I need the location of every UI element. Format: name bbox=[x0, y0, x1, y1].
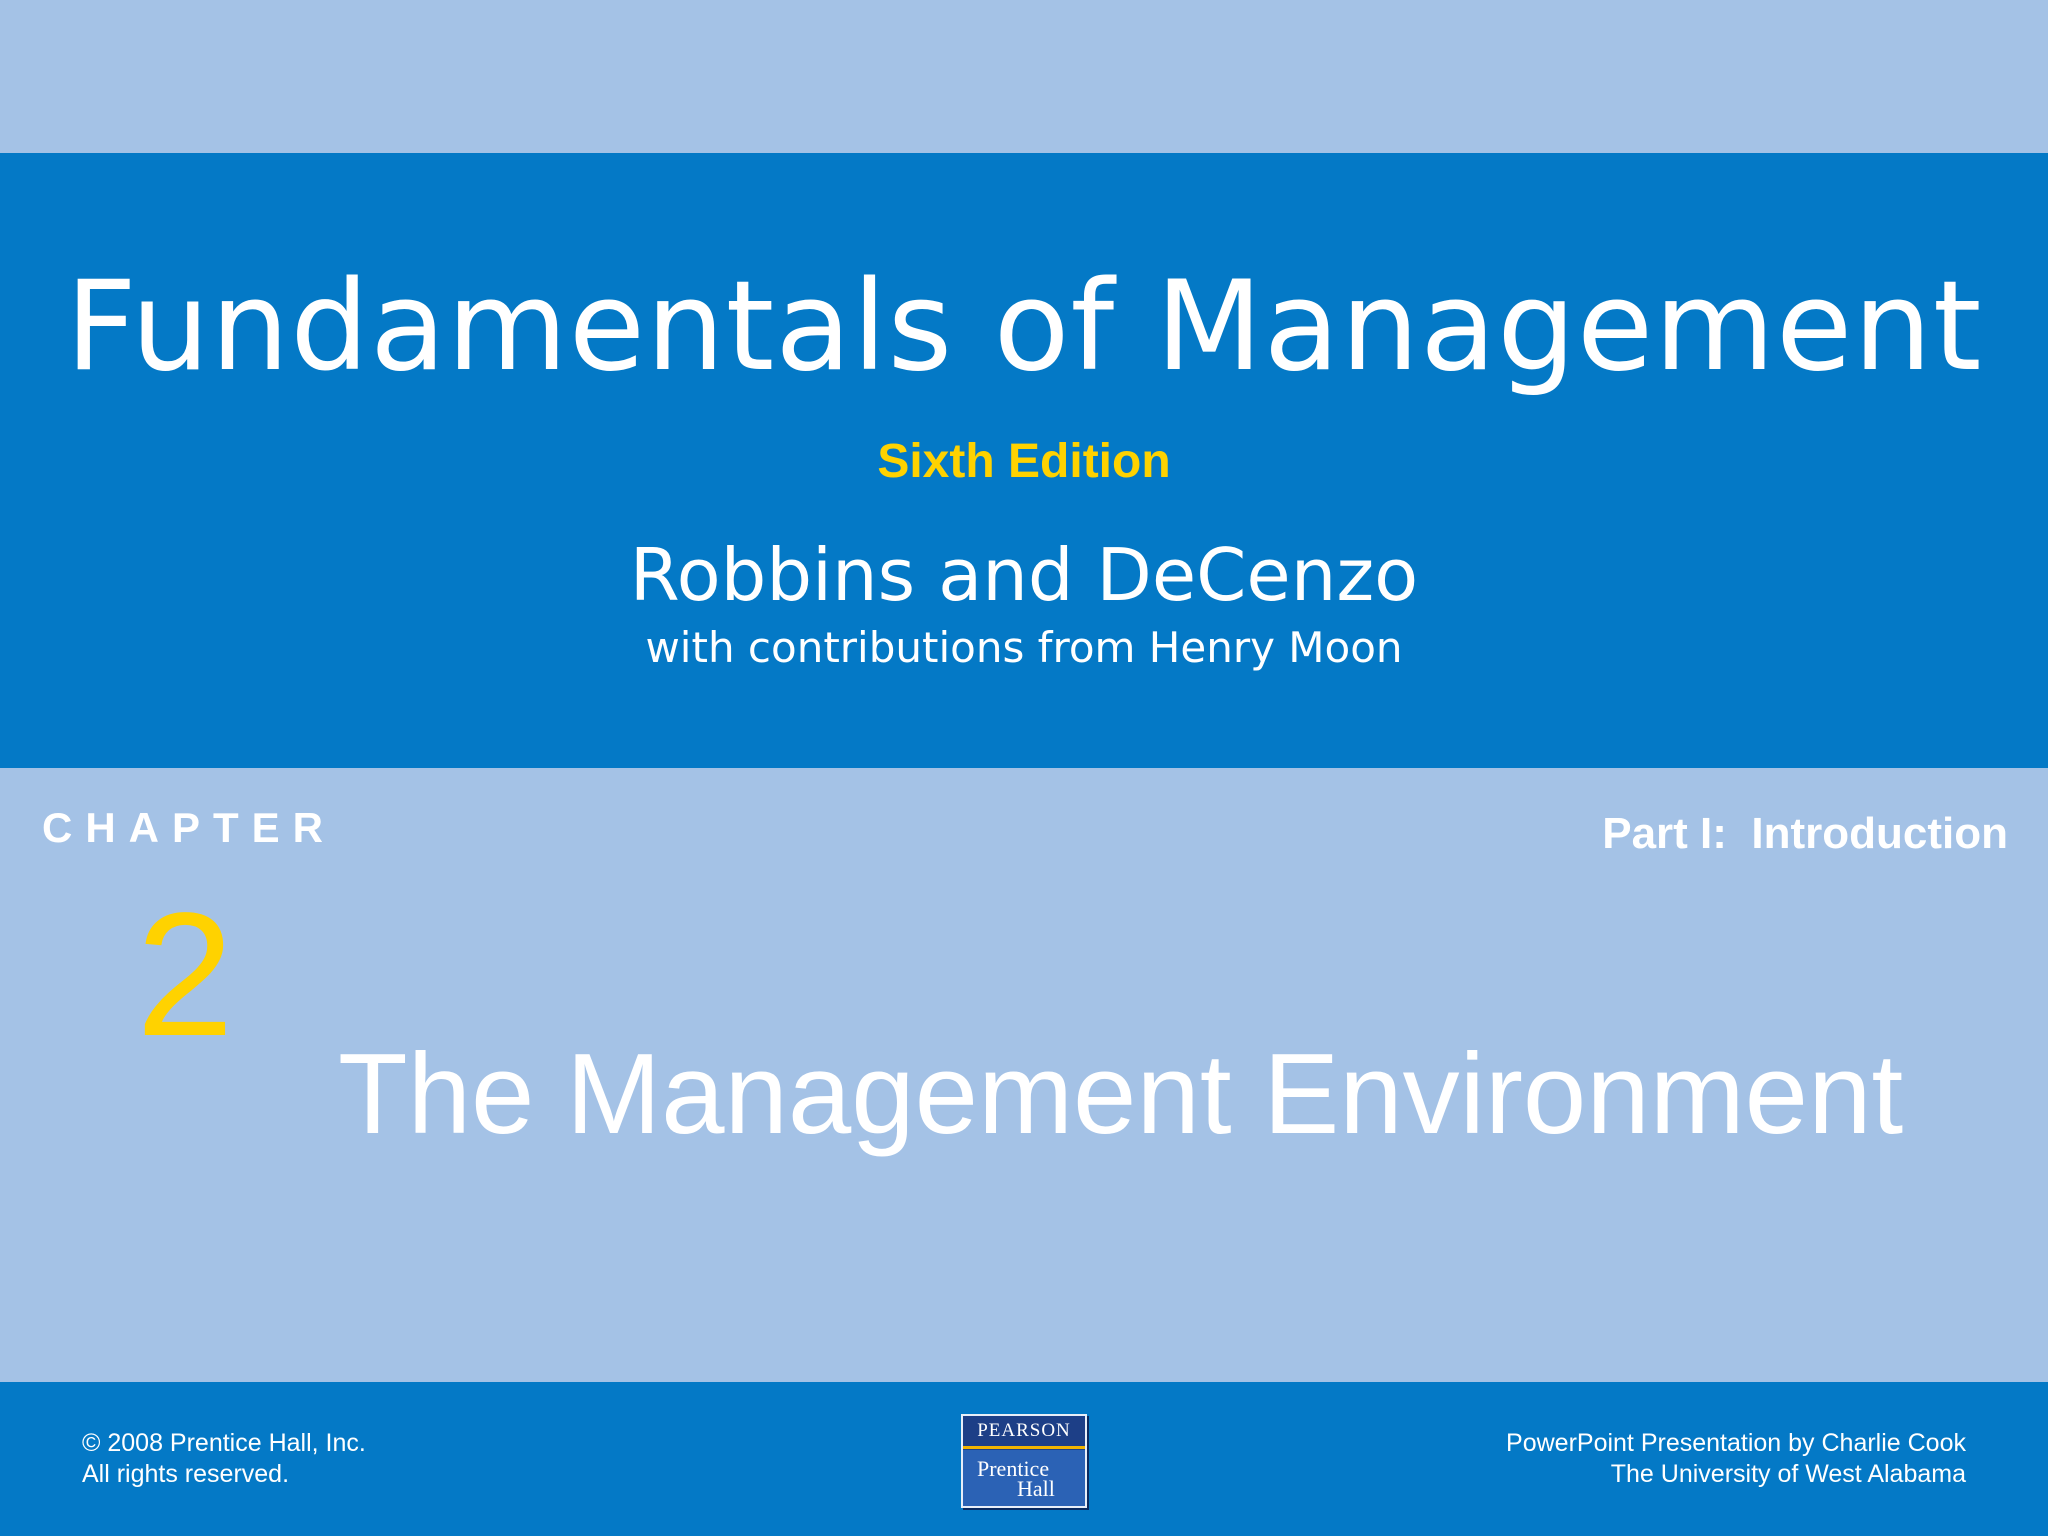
logo-pearson-text: PEARSON bbox=[977, 1420, 1071, 1441]
university-line: The University of West Alabama bbox=[1610, 1460, 1966, 1488]
logo-divider bbox=[963, 1446, 1085, 1449]
copyright-notice: © 2008 Prentice Hall, Inc. All rights re… bbox=[82, 1428, 366, 1490]
logo-imprint: Prentice Hall bbox=[963, 1450, 1085, 1506]
chapter-number: 2 bbox=[136, 877, 234, 1073]
contributions-line: with contributions from Henry Moon bbox=[645, 623, 1403, 672]
part-label: Part I: Introduction bbox=[1602, 809, 2008, 858]
book-title: Fundamentals of Management bbox=[65, 255, 1983, 399]
chapter-title: The Management Environment bbox=[338, 1031, 1904, 1158]
pearson-prentice-hall-logo: PEARSON Prentice Hall bbox=[961, 1414, 1087, 1508]
presenter-line: PowerPoint Presentation by Charlie Cook bbox=[1506, 1429, 1966, 1457]
chapter-label: CHAPTER bbox=[42, 804, 337, 851]
copyright-line: © 2008 Prentice Hall, Inc. bbox=[82, 1429, 366, 1457]
rights-line: All rights reserved. bbox=[82, 1460, 290, 1488]
top-band bbox=[0, 0, 2048, 153]
logo-hall-text: Hall bbox=[1017, 1476, 1055, 1501]
edition-label: Sixth Edition bbox=[877, 435, 1171, 488]
authors: Robbins and DeCenzo bbox=[629, 533, 1419, 617]
presentation-credits: PowerPoint Presentation by Charlie Cook … bbox=[1506, 1428, 1966, 1490]
